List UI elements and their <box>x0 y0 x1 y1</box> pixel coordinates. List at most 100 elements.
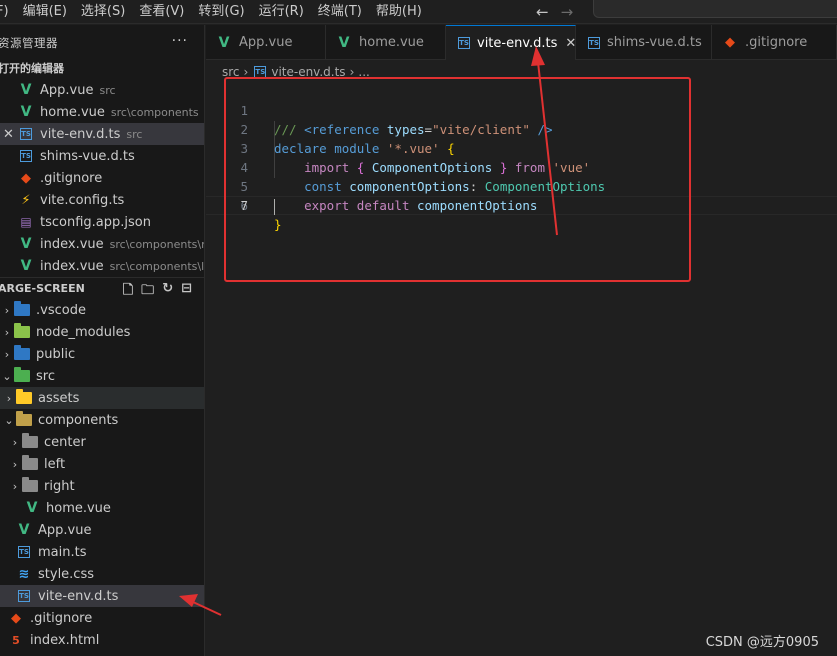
tree-folder[interactable]: › .vscode <box>0 299 204 321</box>
tree-item-label: home.vue <box>46 500 111 516</box>
tree-item-label: App.vue <box>38 522 92 538</box>
more-actions-icon[interactable]: ··· <box>172 33 188 49</box>
tree-item-label: .gitignore <box>30 610 93 626</box>
git-icon: ◆ <box>11 610 21 626</box>
git-icon: ◆ <box>21 170 31 186</box>
tree-folder[interactable]: › assets <box>0 387 204 409</box>
open-editor-desc: src <box>126 127 143 141</box>
code-line: 6 } <box>206 177 837 232</box>
vue-icon: V <box>26 500 38 516</box>
open-editor-item[interactable]: ⚡ vite.config.ts <box>0 189 204 211</box>
open-editor-desc: src\components\ri... <box>109 237 204 251</box>
project-section[interactable]: ARGE-SCREEN 🗋 🗀 ↻ ⊟ <box>0 277 204 299</box>
tree-folder[interactable]: › center <box>0 431 204 453</box>
tree-folder[interactable]: › left <box>0 453 204 475</box>
open-editor-desc: src\components <box>110 105 199 119</box>
ts-icon: TS <box>254 66 267 78</box>
code-line: 2 declare module '*.vue' { <box>206 101 837 156</box>
tree-item-label: center <box>44 434 86 450</box>
open-editor-item[interactable]: ◆ .gitignore <box>0 167 204 189</box>
menu-help[interactable]: 帮助(H) <box>369 0 429 24</box>
tree-file[interactable]: V home.vue <box>0 497 204 519</box>
tree-folder[interactable]: › right <box>0 475 204 497</box>
editor-tabs: V App.vue V home.vue TS vite-env.d.ts ✕ … <box>206 25 837 60</box>
tab-gitignore[interactable]: ◆ .gitignore <box>712 25 837 60</box>
code-line: 3 import { ComponentOptions } from 'vue' <box>206 120 837 175</box>
menu-run[interactable]: 运行(R) <box>252 0 311 24</box>
tab-app-vue[interactable]: V App.vue <box>206 25 326 60</box>
chevron-right-icon: › <box>4 325 10 339</box>
tree-file-selected[interactable]: TS vite-env.d.ts <box>0 585 204 607</box>
explorer-title: 资源管理器 <box>0 35 58 50</box>
tab-shims-vue[interactable]: TS shims-vue.d.ts <box>576 25 712 60</box>
command-center-search[interactable] <box>593 0 837 18</box>
open-editor-item[interactable]: V App.vue src <box>0 79 204 101</box>
folder-components-icon <box>16 411 32 426</box>
tree-folder[interactable]: ⌄ src <box>0 365 204 387</box>
tree-file[interactable]: V App.vue <box>0 519 204 541</box>
explorer-header: 资源管理器 ··· <box>0 25 204 60</box>
menu-file[interactable]: F) <box>0 0 16 24</box>
tree-item-label: style.css <box>38 566 94 582</box>
folder-icon <box>22 455 38 470</box>
folder-node-icon <box>14 323 30 338</box>
tree-item-label: right <box>44 478 75 494</box>
tab-label: shims-vue.d.ts <box>607 35 702 50</box>
text-cursor <box>274 198 275 215</box>
open-editor-item[interactable]: ▤ tsconfig.app.json <box>0 211 204 233</box>
tree-item-label: node_modules <box>36 324 131 340</box>
tree-file[interactable]: ≋ style.css <box>0 563 204 585</box>
tree-file[interactable]: TS main.ts <box>0 541 204 563</box>
open-editor-item[interactable]: V index.vue src\components\ri... <box>0 233 204 255</box>
open-editor-desc: src\components\le... <box>109 259 205 273</box>
json-icon: ▤ <box>20 215 32 229</box>
breadcrumb-folder[interactable]: src <box>222 65 240 79</box>
breadcrumb-tail[interactable]: ... <box>358 65 369 79</box>
breadcrumb-file[interactable]: vite-env.d.ts <box>271 65 345 79</box>
forward-arrow-icon[interactable]: → <box>561 3 574 21</box>
ts-icon: TS <box>20 128 32 140</box>
menu-terminal[interactable]: 终端(T) <box>311 0 369 24</box>
menu-edit[interactable]: 编辑(E) <box>16 0 74 24</box>
chevron-right-icon: › <box>12 457 18 471</box>
code-editor[interactable]: 1 /// <reference types="vite/client" /> … <box>206 83 837 656</box>
close-tab-icon[interactable]: ✕ <box>565 36 576 51</box>
open-editor-item[interactable]: TS shims-vue.d.ts <box>0 145 204 167</box>
code-line: 5 export default componentOptions <box>206 158 837 213</box>
tree-item-label: .vscode <box>36 302 86 318</box>
menu-selection[interactable]: 选择(S) <box>74 0 132 24</box>
chevron-right-icon: › <box>4 347 10 361</box>
folder-icon <box>22 433 38 448</box>
nav-arrows: ← → <box>536 0 573 24</box>
tab-home-vue[interactable]: V home.vue <box>326 25 446 60</box>
chevron-down-icon: ⌄ <box>4 413 14 427</box>
ts-icon: TS <box>458 37 470 49</box>
watermark: CSDN @远方0905 <box>705 635 819 650</box>
open-editor-item[interactable]: V home.vue src\components <box>0 101 204 123</box>
folder-vscode-icon <box>14 301 30 316</box>
tab-label: vite-env.d.ts <box>477 35 558 51</box>
back-arrow-icon[interactable]: ← <box>536 3 549 21</box>
tree-file[interactable]: 5 index.html <box>0 629 204 651</box>
tab-label: home.vue <box>359 35 424 50</box>
menu-view[interactable]: 查看(V) <box>132 0 191 24</box>
tree-folder[interactable]: ⌄ components <box>0 409 204 431</box>
tree-item-label: assets <box>38 390 80 406</box>
open-editor-name: App.vue <box>40 82 94 98</box>
tab-vite-env[interactable]: TS vite-env.d.ts ✕ <box>446 25 576 60</box>
open-editor-name: home.vue <box>40 104 105 120</box>
folder-public-icon <box>14 345 30 360</box>
tree-file[interactable]: ◆ .gitignore <box>0 607 204 629</box>
tree-folder[interactable]: › node_modules <box>0 321 204 343</box>
open-editor-item-active[interactable]: ✕ TS vite-env.d.ts src <box>0 123 204 145</box>
close-icon[interactable]: ✕ <box>3 127 14 142</box>
vue-icon: V <box>338 34 350 51</box>
tree-folder[interactable]: › public <box>0 343 204 365</box>
vite-icon: ⚡ <box>21 192 31 208</box>
ts-icon: TS <box>18 546 30 558</box>
open-editors-title: 打开的编辑器 <box>0 62 64 75</box>
open-editors-section[interactable]: 打开的编辑器 <box>0 57 204 79</box>
menu-go[interactable]: 转到(G) <box>191 0 251 24</box>
open-editor-item[interactable]: V index.vue src\components\le... <box>0 255 204 277</box>
vue-icon: V <box>20 258 32 274</box>
